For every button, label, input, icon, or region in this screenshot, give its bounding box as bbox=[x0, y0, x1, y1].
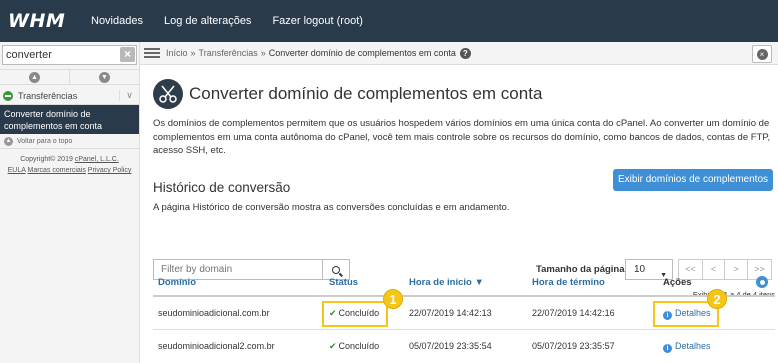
header-status[interactable]: Status bbox=[329, 277, 358, 288]
nav-changelog[interactable]: Log de alterações bbox=[164, 15, 251, 27]
nav-logout[interactable]: Fazer logout (root) bbox=[272, 15, 362, 27]
cell-end-time: 05/07/2019 23:35:57 bbox=[532, 341, 615, 351]
page-title: Converter domínio de complementos em con… bbox=[189, 84, 543, 103]
chevron-down-icon: ▼ bbox=[99, 71, 110, 83]
close-icon: × bbox=[756, 48, 768, 60]
sidebar-category-label: Transferências bbox=[18, 90, 78, 101]
trademarks-link[interactable]: Marcas comerciais bbox=[27, 167, 85, 174]
chevron-up-icon: ▲ bbox=[29, 71, 40, 83]
gear-icon[interactable] bbox=[756, 276, 768, 288]
breadcrumb: Início » Transferências » Converter domí… bbox=[166, 47, 471, 59]
copyright-text: Copyright© 2019 bbox=[20, 156, 73, 163]
chevron-down-icon[interactable]: ∨ bbox=[119, 90, 139, 101]
expand-all-button[interactable]: ▼ bbox=[69, 70, 139, 84]
check-icon: ✔ bbox=[329, 341, 337, 351]
sidebar: × ▲ ▼ Transferências ∨ Converter domínio… bbox=[0, 42, 140, 363]
breadcrumb-current: Converter domínio de complementos em con… bbox=[268, 48, 456, 58]
breadcrumb-transfers[interactable]: Transferências bbox=[199, 48, 258, 58]
breadcrumb-separator: » bbox=[190, 48, 196, 58]
page-description: Os domínios de complementos permitem que… bbox=[153, 118, 771, 156]
cell-start-time: 22/07/2019 14:42:13 bbox=[409, 308, 492, 318]
header-start-time[interactable]: Hora de início ▼ bbox=[409, 277, 484, 288]
transfer-icon bbox=[3, 90, 13, 101]
cell-start-time: 05/07/2019 23:35:54 bbox=[409, 341, 492, 351]
annotation-badge-1: 1 bbox=[383, 289, 403, 309]
sidebar-item-converter[interactable]: Converter domínio de complementos em con… bbox=[0, 105, 139, 134]
table-row: seudominioadicional2.com.br ✔ Concluído 0… bbox=[153, 329, 775, 362]
breadcrumb-separator: » bbox=[260, 48, 266, 58]
sidebar-search: × bbox=[2, 45, 137, 65]
cell-end-time: 22/07/2019 14:42:16 bbox=[532, 308, 615, 318]
scissors-icon bbox=[153, 79, 183, 109]
page-size-value: 10 bbox=[634, 264, 646, 275]
cell-domain: seudominioadicional2.com.br bbox=[158, 341, 275, 351]
clear-search-icon[interactable]: × bbox=[120, 47, 135, 62]
sidebar-search-input[interactable] bbox=[2, 45, 137, 65]
cell-status: ✔ Concluído bbox=[329, 341, 379, 352]
header-actions: Ações bbox=[663, 277, 692, 288]
back-to-top-label: Voltar para o topo bbox=[17, 137, 73, 145]
back-to-top-link[interactable]: ▲ Voltar para o topo bbox=[0, 134, 139, 149]
sidebar-category-transferencias[interactable]: Transferências ∨ bbox=[0, 87, 139, 105]
menu-toggle-icon[interactable] bbox=[144, 46, 160, 60]
breadcrumb-bar: Início » Transferências » Converter domí… bbox=[140, 42, 778, 65]
table-header: Domínio Status Hora de início ▼ Hora de … bbox=[153, 276, 775, 295]
info-icon: i bbox=[663, 344, 672, 353]
page-header: Converter domínio de complementos em con… bbox=[153, 79, 542, 109]
header-domain[interactable]: Domínio bbox=[158, 277, 196, 288]
arrow-up-icon: ▲ bbox=[4, 136, 13, 146]
main-content: Converter domínio de complementos em con… bbox=[140, 65, 778, 363]
annotation-badge-2: 2 bbox=[707, 289, 727, 309]
status-label: Concluído bbox=[338, 341, 380, 351]
nav-novidades[interactable]: Novidades bbox=[91, 15, 143, 27]
highlight-status-box bbox=[322, 301, 388, 327]
help-icon[interactable]: ? bbox=[459, 47, 471, 59]
close-button[interactable]: × bbox=[752, 45, 772, 63]
collapse-all-button[interactable]: ▲ bbox=[0, 70, 69, 84]
cell-domain: seudominioadicional.com.br bbox=[158, 308, 270, 318]
whm-logo[interactable]: WHM bbox=[0, 10, 75, 32]
search-icon bbox=[332, 265, 340, 274]
collapse-controls: ▲ ▼ bbox=[0, 69, 139, 85]
sidebar-footer: Copyright© 2019 cPanel, L.L.C. EULA Marc… bbox=[0, 149, 139, 176]
show-addon-domains-button[interactable]: Exibir domínios de complementos bbox=[613, 169, 773, 191]
top-nav: Novidades Log de alterações Fazer logout… bbox=[78, 15, 371, 27]
top-bar: WHM Novidades Log de alterações Fazer lo… bbox=[0, 0, 778, 42]
details-label: Detalhes bbox=[675, 341, 711, 351]
details-link[interactable]: i Detalhes bbox=[663, 341, 711, 353]
history-subtitle: A página Histórico de conversão mostra a… bbox=[153, 202, 510, 213]
breadcrumb-home[interactable]: Início bbox=[166, 48, 188, 58]
history-title: Histórico de conversão bbox=[153, 180, 291, 195]
cpanel-link[interactable]: cPanel, L.L.C. bbox=[75, 156, 119, 163]
privacy-link[interactable]: Privacy Policy bbox=[88, 167, 132, 174]
header-end-time[interactable]: Hora de término bbox=[532, 277, 605, 288]
eula-link[interactable]: EULA bbox=[8, 167, 26, 174]
page-size-label: Tamanho da página bbox=[536, 264, 625, 275]
